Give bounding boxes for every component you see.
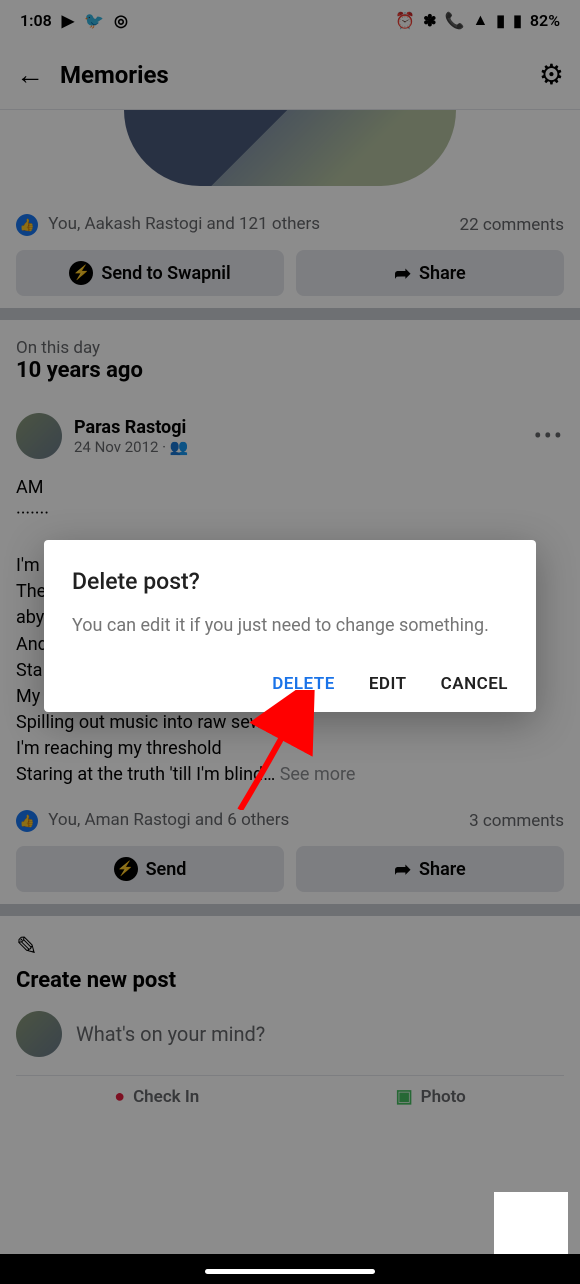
dialog-title: Delete post? (72, 568, 508, 595)
delete-post-dialog: Delete post? You can edit it if you just… (44, 540, 536, 712)
overlay-block (494, 1192, 568, 1254)
dialog-message: You can edit it if you just need to chan… (72, 613, 508, 638)
dialog-delete-button[interactable]: DELETE (272, 674, 335, 694)
dialog-cancel-button[interactable]: CANCEL (441, 674, 508, 694)
dialog-edit-button[interactable]: EDIT (369, 674, 407, 694)
gesture-pill[interactable] (205, 1269, 375, 1274)
